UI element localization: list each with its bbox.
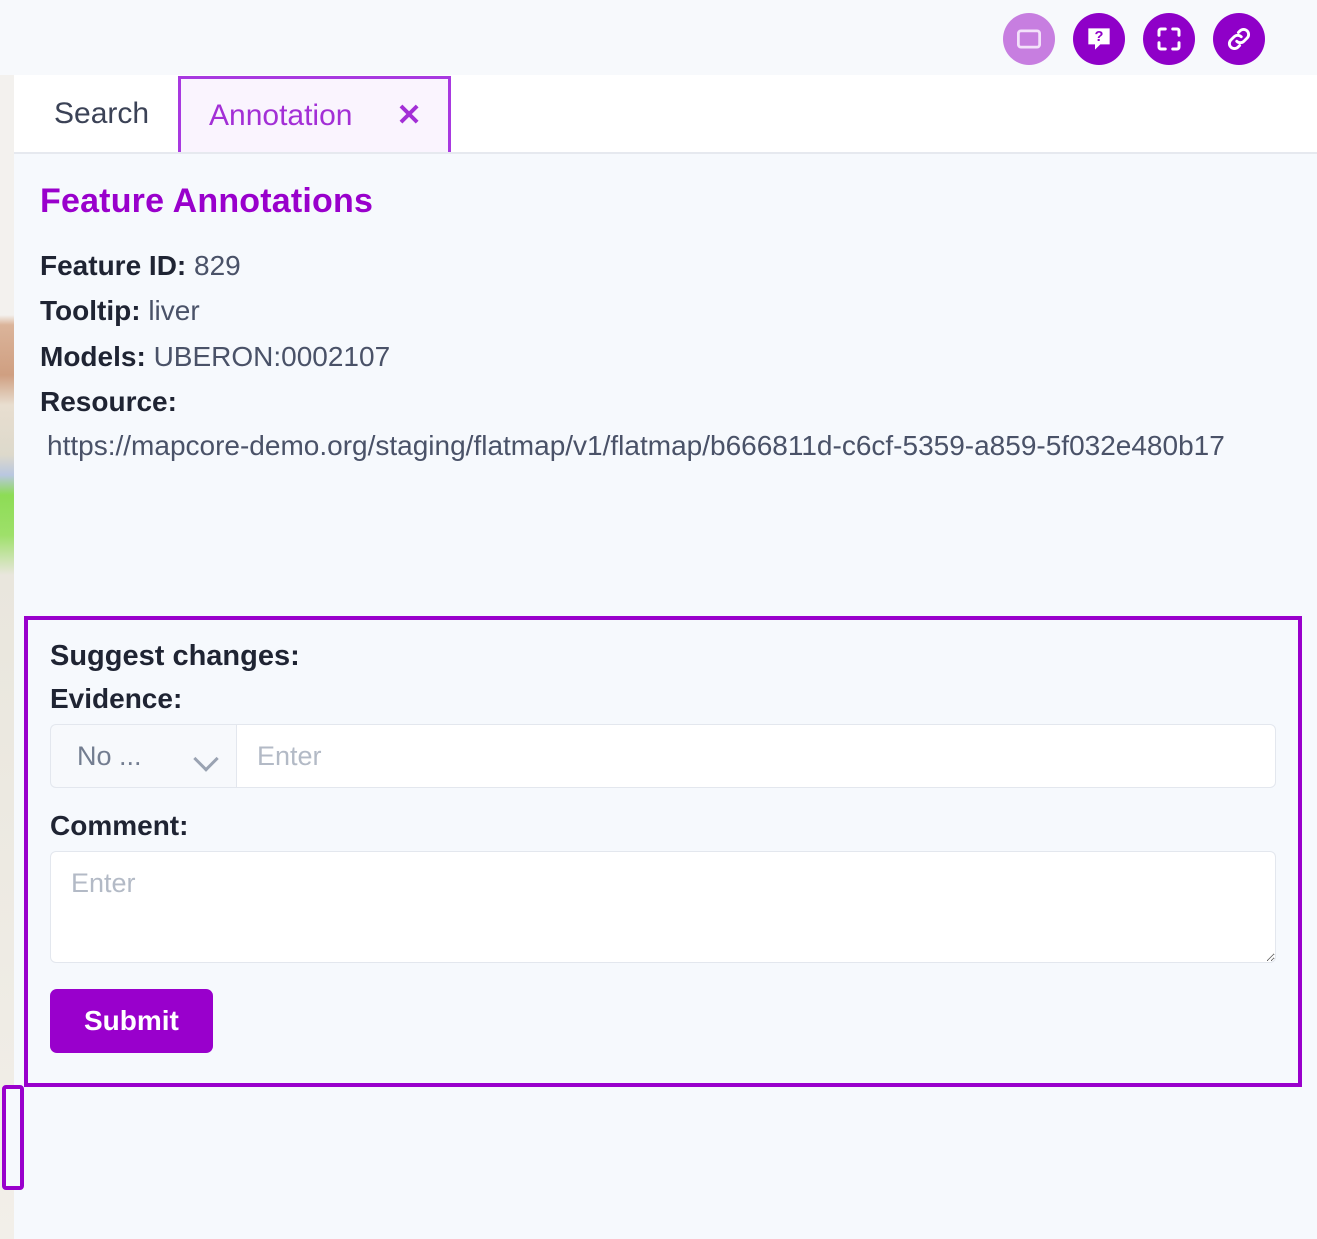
tooltip-row: Tooltip: liver <box>40 288 1317 333</box>
evidence-label: Evidence: <box>50 683 183 714</box>
models-value: UBERON:0002107 <box>153 340 391 372</box>
page-title: Feature Annotations <box>40 182 374 220</box>
annotation-panel: Search Annotation ✕ Feature Annotations … <box>2 75 1317 1239</box>
suggest-changes-box: Suggest changes: Evidence: No ... Commen… <box>24 616 1302 1087</box>
tooltip-value: liver <box>148 295 200 327</box>
svg-text:?: ? <box>1095 29 1104 45</box>
top-toolbar: ? <box>0 0 1317 75</box>
suggest-changes-heading: Suggest changes: <box>50 640 300 672</box>
feature-id-value: 829 <box>194 250 241 281</box>
feature-id-row: Feature ID: 829 <box>40 243 1317 288</box>
annotation-content: Feature Annotations Feature ID: 829 Tool… <box>14 154 1317 1087</box>
toolbar-icon-group: ? <box>1003 13 1265 65</box>
close-icon[interactable]: ✕ <box>396 100 421 131</box>
tab-annotation[interactable]: Annotation ✕ <box>178 76 451 152</box>
tooltip-label: Tooltip: <box>40 295 141 327</box>
submit-button[interactable]: Submit <box>50 989 213 1053</box>
help-icon[interactable]: ? <box>1073 13 1125 65</box>
display-icon[interactable] <box>1003 13 1055 65</box>
resource-row: Resource: <box>40 379 1317 424</box>
evidence-input[interactable] <box>236 724 1276 788</box>
models-label: Models: <box>40 340 146 372</box>
tab-search[interactable]: Search <box>32 75 171 152</box>
comment-label: Comment: <box>50 810 189 841</box>
map-background-sliver <box>0 75 14 1239</box>
clipped-side-panel <box>2 1085 24 1190</box>
fullscreen-icon[interactable] <box>1143 13 1195 65</box>
tab-bar: Search Annotation ✕ <box>14 75 1317 154</box>
chevron-down-icon <box>196 750 218 763</box>
resource-label: Resource: <box>40 386 177 418</box>
link-icon[interactable] <box>1213 13 1265 65</box>
tab-annotation-label: Annotation <box>209 98 353 132</box>
tab-search-label: Search <box>54 96 150 130</box>
resource-url: https://mapcore-demo.org/staging/flatmap… <box>47 430 1225 462</box>
feature-id-label: Feature ID: <box>40 250 187 281</box>
evidence-row: No ... <box>50 724 1276 788</box>
evidence-type-value: No ... <box>77 740 142 771</box>
comment-textarea[interactable] <box>50 851 1276 963</box>
models-row: Models: UBERON:0002107 <box>40 334 1317 379</box>
evidence-type-select[interactable]: No ... <box>50 724 236 788</box>
